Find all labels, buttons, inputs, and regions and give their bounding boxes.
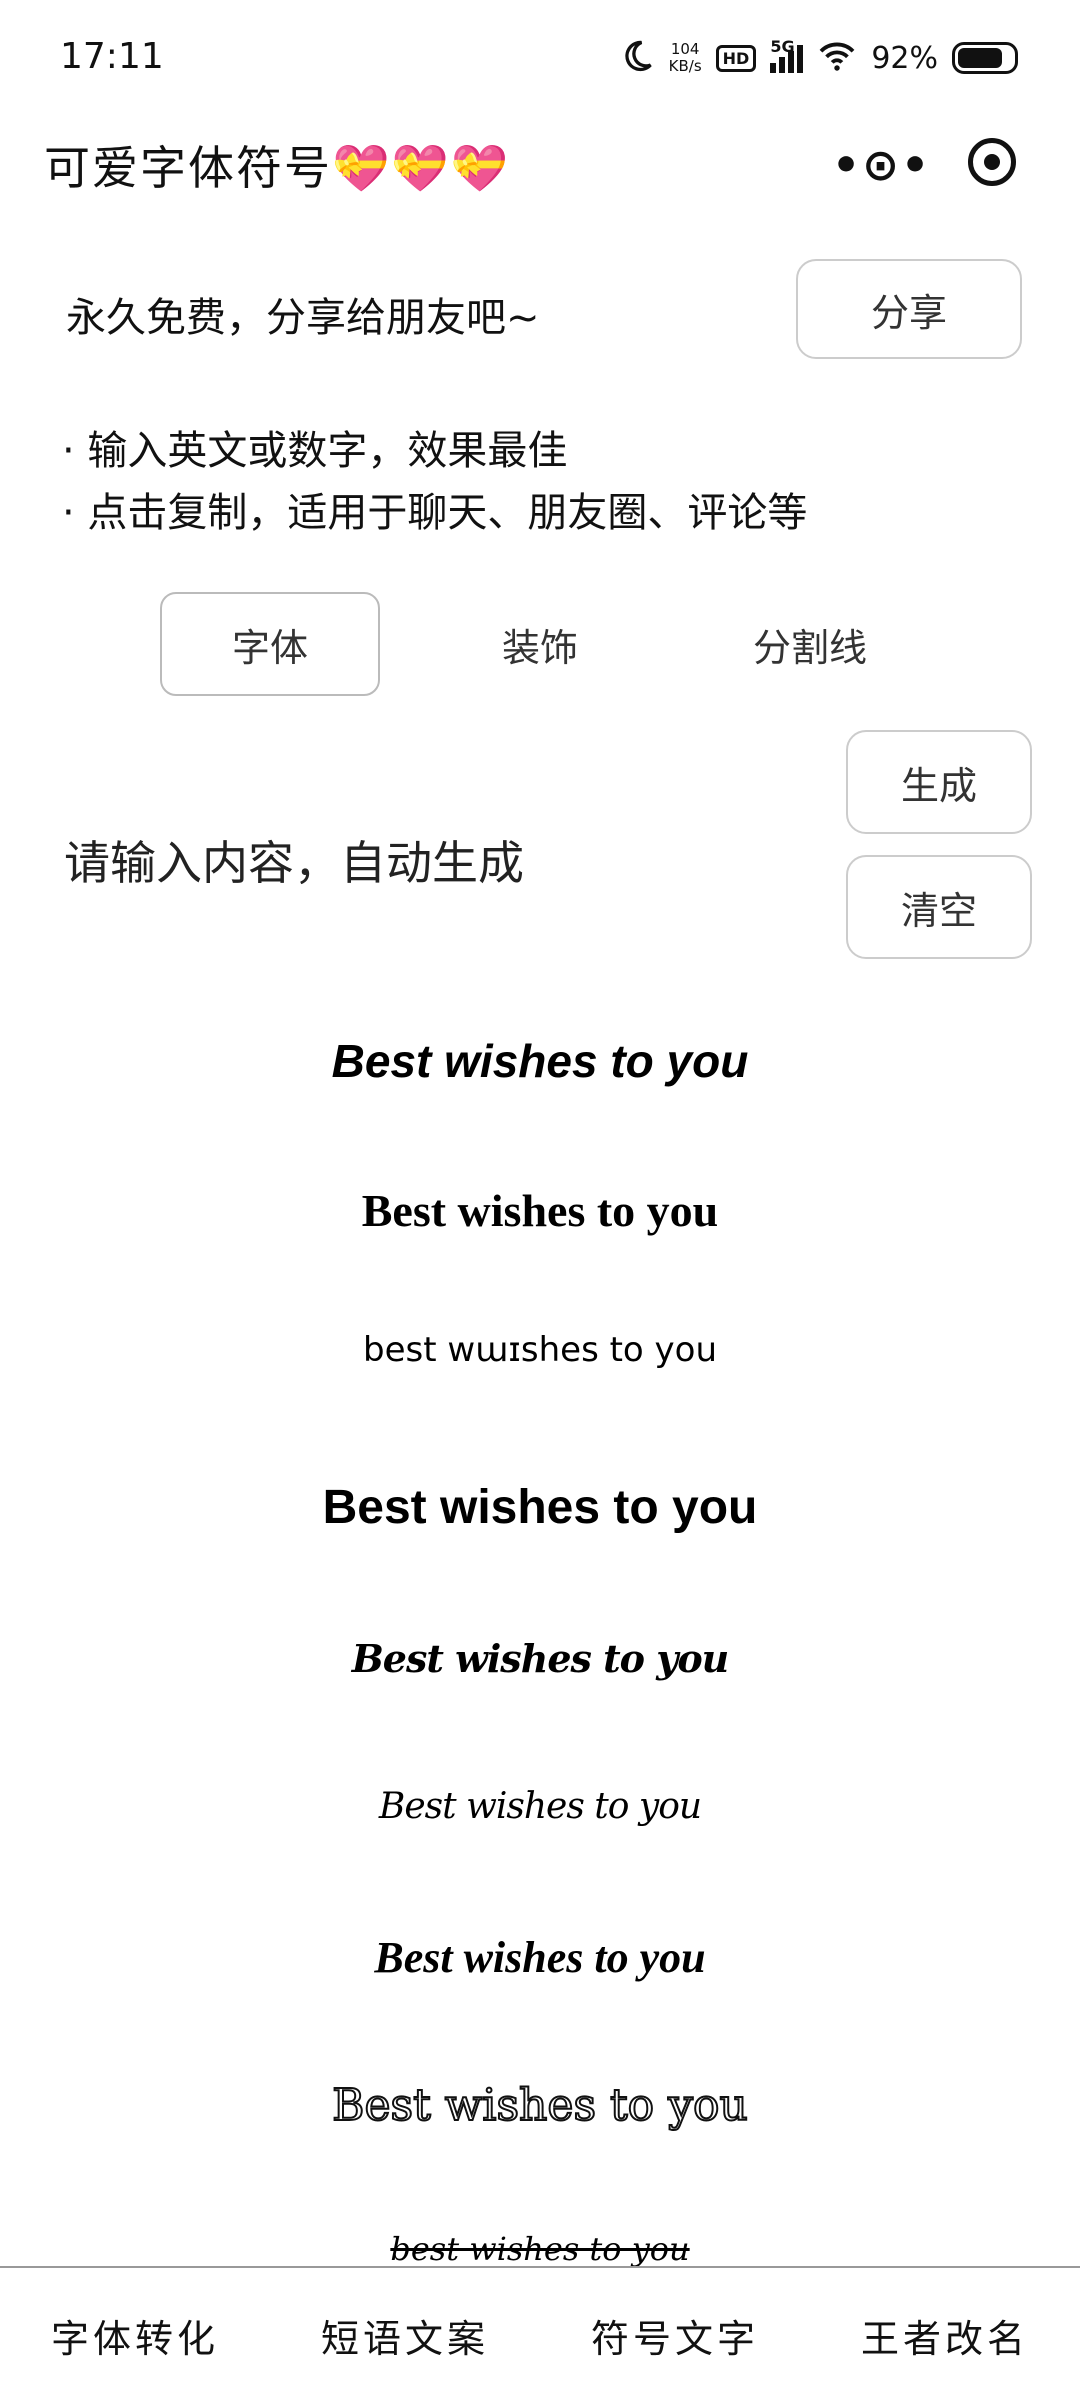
result-item[interactable]: Best wishes to you (0, 1932, 1080, 1983)
bottom-tab-bar: 字体转化 短语文案 符号文字 王者改名 (0, 2266, 1080, 2402)
share-text: 永久免费，分享给朋友吧~ (66, 295, 540, 341)
status-time: 17:11 (60, 36, 164, 77)
result-item[interactable]: Best wishes to you (0, 1636, 1080, 1681)
tips: · 输入英文或数字，效果最佳 · 点击复制，适用于聊天、朋友圈、评论等 (62, 420, 807, 544)
signal-icon: 5G (770, 37, 804, 73)
tab-divider[interactable]: 分割线 (700, 592, 920, 696)
status-icons: 104 KB/s HD 5G 92% (619, 30, 1018, 86)
net-speed-value: 104 (670, 40, 700, 58)
battery-fill (958, 48, 1003, 68)
tab-decoration[interactable]: 装饰 (430, 592, 650, 696)
battery-icon (952, 42, 1018, 74)
result-item[interactable]: Best wishes to you (0, 1034, 1080, 1088)
net-speed: 104 KB/s (669, 41, 702, 75)
tip-item: · 输入英文或数字，效果最佳 (62, 428, 568, 474)
wifi-icon (817, 40, 857, 76)
tip-item: · 点击复制，适用于聊天、朋友圈、评论等 (62, 490, 808, 536)
result-item[interactable]: best wishes to you (0, 2230, 1080, 2268)
clear-button[interactable]: 清空 (846, 855, 1032, 959)
moon-icon (619, 38, 655, 78)
result-item[interactable]: Best wishes to you (0, 2079, 1080, 2132)
tab-font[interactable]: 字体 (160, 592, 380, 696)
result-item[interactable]: Best wishes to you (0, 1786, 1080, 1827)
tab-bar-item-symbol-text[interactable]: 符号文字 (540, 2268, 810, 2402)
share-row: 永久免费，分享给朋友吧~ 分享 (0, 255, 1080, 365)
battery-percent: 92% (871, 40, 938, 76)
tab-bar-item-rename[interactable]: 王者改名 (810, 2268, 1080, 2402)
status-bar: 17:11 104 KB/s HD 5G 92% (0, 0, 1080, 110)
result-item[interactable]: Best wishes to you (0, 1480, 1080, 1535)
page-title: 可爱字体符号💝💝💝 (44, 141, 510, 195)
tab-bar-item-font-convert[interactable]: 字体转化 (0, 2268, 270, 2402)
signal-label: 5G (770, 37, 795, 56)
share-button[interactable]: 分享 (796, 259, 1022, 359)
result-item[interactable]: Best wishes to you (0, 1184, 1080, 1237)
tab-bar-item-phrases[interactable]: 短语文案 (270, 2268, 540, 2402)
result-item[interactable]: best wɯɪshes to you (0, 1330, 1080, 1370)
close-miniprogram-icon[interactable] (968, 138, 1016, 186)
nav-bar: 可爱字体符号💝💝💝 •⊙• (0, 110, 1080, 220)
net-speed-unit: KB/s (668, 57, 702, 75)
content-input[interactable] (62, 835, 826, 891)
more-menu-icon[interactable]: •⊙• (832, 140, 931, 191)
style-tabs: 字体 装饰 分割线 (160, 592, 920, 696)
hd-badge: HD (715, 44, 757, 72)
generate-button[interactable]: 生成 (846, 730, 1032, 834)
